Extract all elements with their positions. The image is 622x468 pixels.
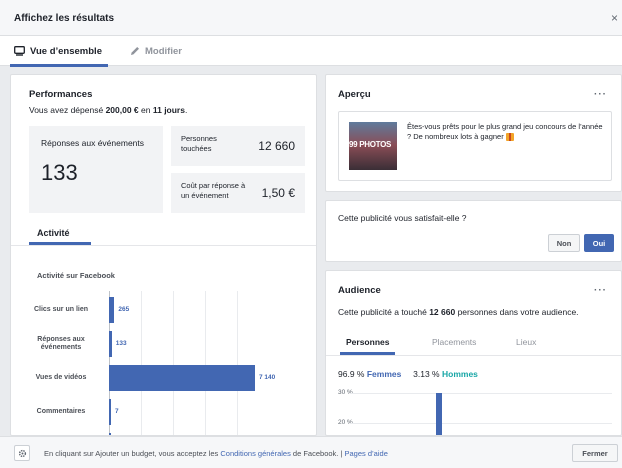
divider xyxy=(11,245,316,246)
preview-card: Aperçu ··· 99 PHOTOS Êtes-vous prêts pou… xyxy=(325,74,622,192)
grid-line xyxy=(205,291,206,435)
terms-notice: En cliquant sur Ajouter un budget, vous … xyxy=(44,449,388,458)
grid-line xyxy=(350,423,612,424)
preview-title: Aperçu xyxy=(338,89,371,100)
chart-value-label: 133 xyxy=(115,340,127,347)
audience-card: Audience ··· Cette publicité a touché 12… xyxy=(325,270,622,436)
chart-bar[interactable] xyxy=(436,393,442,435)
dialog-footer: En cliquant sur Ajouter un budget, vous … xyxy=(0,436,622,468)
close-button[interactable]: Fermer xyxy=(572,444,618,462)
tab-edit-label: Modifier xyxy=(145,45,182,57)
activity-bar-chart: Clics sur un lien 265 Réponses aux événeme… xyxy=(11,283,316,435)
spent-summary: Vous avez dépensé 200,00 € en 11 jours. xyxy=(29,105,188,115)
chart-value-label: 265 xyxy=(118,306,130,313)
satisfaction-card: Cette publicité vous satisfait-elle ? No… xyxy=(325,200,622,262)
audience-title: Audience xyxy=(338,285,381,296)
chart-bar[interactable] xyxy=(109,399,111,425)
activity-chart-title: Activité sur Facebook xyxy=(37,271,115,280)
chart-bar[interactable] xyxy=(109,331,112,357)
chart-bar[interactable] xyxy=(109,365,255,391)
close-icon[interactable]: × xyxy=(611,11,618,25)
satisfaction-question: Cette publicité vous satisfait-elle ? xyxy=(338,213,467,223)
more-options-icon[interactable]: ··· xyxy=(594,89,607,100)
divider xyxy=(326,355,621,356)
tab-overview-label: Vue d’ensemble xyxy=(30,45,102,57)
performance-title: Performances xyxy=(29,89,93,100)
ad-text: Êtes-vous prêts pour le plus grand jeu c… xyxy=(407,122,603,142)
spent-days: 11 jours xyxy=(152,105,185,115)
chart-value-label: 7 140 xyxy=(258,374,276,381)
stat-event-responses: Réponses aux événements 133 xyxy=(29,126,163,213)
men-percent: 3.13 % xyxy=(413,369,440,379)
men-label: Hommes xyxy=(442,369,478,379)
grid-line xyxy=(237,291,238,435)
gender-split: 96.9 % Femmes 3.13 % Hommes xyxy=(338,369,478,379)
stat-reach: Personnes touchées 12 660 xyxy=(171,126,305,166)
ad-thumbnail: 99 PHOTOS xyxy=(349,122,397,170)
tab-edit[interactable]: Modifier xyxy=(130,36,182,66)
women-percent: 96.9 % xyxy=(338,369,365,379)
yes-button[interactable]: Oui xyxy=(584,234,614,252)
grid-line xyxy=(350,393,612,394)
stat-label: Réponses aux événements xyxy=(41,138,145,148)
performance-card: Performances Vous avez dépensé 200,00 € … xyxy=(10,74,317,436)
grid-line xyxy=(141,291,142,435)
gift-icon xyxy=(505,133,514,142)
ad-preview[interactable]: 99 PHOTOS Êtes-vous prêts pour le plus g… xyxy=(338,111,612,181)
tab-activity[interactable]: Activité xyxy=(29,221,91,245)
more-options-icon[interactable]: ··· xyxy=(594,285,607,296)
grid-line xyxy=(173,291,174,435)
tab-bar: Vue d’ensemble Modifier xyxy=(0,36,622,67)
stat-label: Personnes touchées xyxy=(181,134,217,153)
gear-icon[interactable] xyxy=(14,445,30,461)
chart-category-label: Vues de vidéos xyxy=(35,374,87,381)
chart-category-label: Réponses aux événements xyxy=(37,336,85,351)
audience-reach-value: 12 660 xyxy=(429,307,456,317)
chart-value-label: 7 xyxy=(115,408,119,415)
chart-category-label: Commentaires xyxy=(36,408,86,415)
chart-bar[interactable] xyxy=(109,297,115,323)
chart-category-label: Clics sur un lien xyxy=(33,306,89,313)
help-pages-link[interactable]: Pages d’aide xyxy=(345,449,388,458)
stat-cost-per-response: Coût par réponse à un événement 1,50 € xyxy=(171,173,305,213)
dialog-header: Affichez les résultats × xyxy=(0,0,622,36)
terms-link[interactable]: Conditions générales xyxy=(220,449,290,458)
monitor-icon xyxy=(14,46,25,56)
dialog-title: Affichez les résultats xyxy=(14,13,115,24)
pencil-icon xyxy=(130,46,140,56)
tab-locations[interactable]: Lieux xyxy=(516,329,536,355)
stat-value: 133 xyxy=(41,160,78,185)
tab-placements[interactable]: Placements xyxy=(432,329,476,355)
stat-value: 1,50 € xyxy=(261,186,295,200)
spent-amount: 200,00 € xyxy=(105,105,139,115)
women-label: Femmes xyxy=(366,369,402,379)
thumbnail-text: 99 PHOTOS xyxy=(349,140,392,149)
audience-reach: Cette publicité a touché 12 660 personne… xyxy=(338,307,579,317)
stat-value: 12 660 xyxy=(258,139,295,153)
tab-people[interactable]: Personnes xyxy=(339,329,397,355)
tab-overview[interactable]: Vue d’ensemble xyxy=(10,36,108,67)
stat-label: Coût par réponse à un événement xyxy=(181,181,246,200)
no-button[interactable]: Non xyxy=(548,234,580,252)
